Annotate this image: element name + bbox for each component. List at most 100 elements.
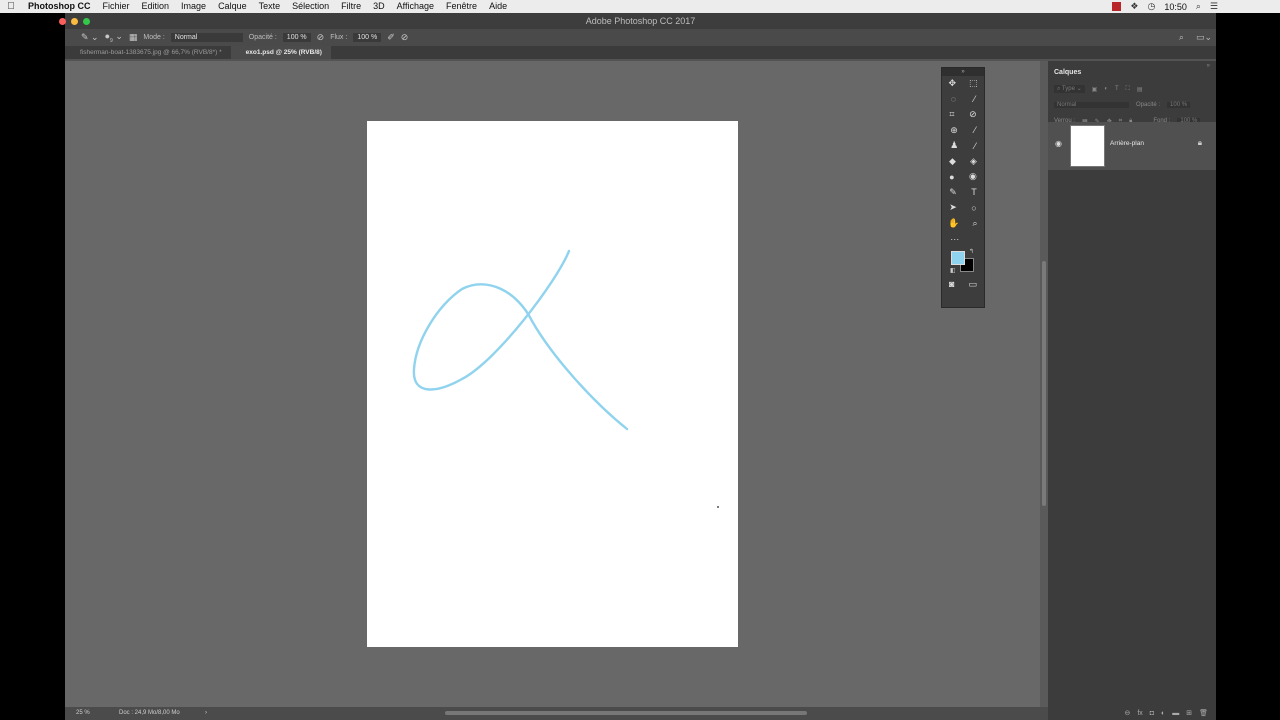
history-brush-icon[interactable]: ⁄	[974, 141, 976, 151]
pressure-size-icon[interactable]: ⊘	[401, 32, 409, 43]
dodge-icon[interactable]: ◉	[969, 171, 977, 182]
airbrush-icon[interactable]: ✐	[387, 32, 395, 43]
minimize-window-button[interactable]	[71, 17, 78, 25]
vertical-scrollbar[interactable]	[1040, 61, 1048, 707]
spotlight-icon[interactable]: ⌕	[1196, 1, 1201, 12]
stamp-icon[interactable]: ♟	[950, 140, 958, 151]
menu-3d[interactable]: 3D	[367, 0, 391, 13]
layer-style-icon[interactable]: fx	[1137, 710, 1142, 717]
delete-layer-icon[interactable]: 🗑︎	[1199, 709, 1208, 717]
menu-selection[interactable]: Sélection	[286, 0, 335, 13]
filter-shape-icon[interactable]: ⛶	[1126, 86, 1130, 93]
status-menu-arrow[interactable]: ›	[205, 707, 207, 720]
layer-name[interactable]: Arrière-plan	[1110, 140, 1144, 147]
new-group-icon[interactable]: ▬	[1172, 710, 1179, 717]
mode-label: Mode :	[143, 34, 165, 41]
zoom-level[interactable]: 25 %	[76, 707, 90, 720]
flux-input[interactable]: 100 %	[353, 33, 382, 42]
dropbox-icon[interactable]: ❖	[1130, 1, 1138, 12]
zoom-window-button[interactable]	[83, 17, 90, 25]
link-layers-icon[interactable]: ⊖	[1124, 709, 1130, 717]
menu-fenetre[interactable]: Fenêtre	[440, 0, 483, 13]
default-colors-icon[interactable]: ◧	[950, 267, 956, 274]
pen-icon[interactable]: ✎	[949, 187, 957, 198]
menu-edition[interactable]: Edition	[136, 0, 176, 13]
timemachine-icon[interactable]: ◷	[1147, 1, 1155, 12]
lock-icon[interactable]: 🔒︎	[1198, 138, 1202, 148]
screen-mode-icon[interactable]: ▭	[968, 279, 977, 290]
layers-panel-tab[interactable]: Calques	[1054, 69, 1081, 76]
layers-filter-select[interactable]: ⌕ Type ⌄	[1054, 85, 1085, 93]
hand-icon[interactable]: ✋	[948, 218, 959, 229]
pressure-opacity-icon[interactable]: ⊘	[317, 32, 325, 43]
apple-icon[interactable]: 	[0, 1, 22, 12]
close-window-button[interactable]	[59, 17, 66, 25]
add-mask-icon[interactable]: ◘	[1150, 710, 1154, 717]
layer-row-background[interactable]: ◉ Arrière-plan 🔒︎	[1048, 122, 1216, 170]
menu-affichage[interactable]: Affichage	[391, 0, 440, 13]
filter-type-icon[interactable]: T	[1115, 86, 1119, 92]
opacity-input[interactable]: 100 %	[282, 33, 311, 42]
menubar-clock[interactable]: 10:50	[1164, 2, 1187, 12]
menu-fichier[interactable]: Fichier	[97, 0, 136, 13]
vertical-scroll-thumb[interactable]	[1042, 261, 1046, 506]
layer-opacity-input[interactable]: 100 %	[1167, 102, 1191, 108]
ellipse-icon[interactable]: ○	[971, 203, 976, 213]
tools-panel-grip[interactable]: »	[942, 68, 984, 76]
tool-preset-icon[interactable]: ✎ ⌄	[81, 32, 99, 43]
menu-app-name[interactable]: Photoshop CC	[22, 0, 97, 13]
healing-icon[interactable]: ⊕	[950, 125, 958, 136]
workspace-icon[interactable]: ▭⌄	[1196, 32, 1212, 43]
search-icon[interactable]: ⌕	[1179, 32, 1184, 43]
type-icon[interactable]: T	[971, 187, 977, 197]
tools-row: ♟ ⁄	[942, 138, 984, 154]
layers-panel-footer: ⊖ fx ◘ ◐ ▬ ⊞ 🗑︎	[1048, 706, 1216, 720]
lasso-icon[interactable]: ◌	[951, 94, 956, 104]
eyedropper-icon[interactable]: ⊘	[969, 109, 977, 120]
status-bar: 25 % Doc : 24,9 Mo/8,00 Mo ›	[65, 707, 1048, 720]
collapse-panels-icon[interactable]: »	[1207, 63, 1210, 69]
tab-exo1[interactable]: exo1.psd @ 25% (RVB/8)	[230, 46, 331, 59]
new-layer-icon[interactable]: ⊞	[1186, 709, 1192, 717]
filter-adjust-icon[interactable]: ◐	[1104, 86, 1108, 92]
adjustment-layer-icon[interactable]: ◐	[1161, 710, 1165, 717]
mode-select[interactable]: Normal	[170, 33, 243, 42]
crop-icon[interactable]: ⌗	[949, 109, 954, 120]
eraser-icon[interactable]: ◆	[949, 156, 956, 167]
right-dock: » Calques ⌕ Type ⌄ ▣ ◐ T ⛶ ▤ Normal Opac…	[1048, 61, 1216, 720]
horizontal-scrollbar[interactable]	[445, 711, 807, 715]
filter-pixel-icon[interactable]: ▣	[1092, 86, 1098, 93]
edit-toolbar-icon[interactable]: ···	[950, 234, 959, 244]
brush-panel-toggle-icon[interactable]: ▦	[129, 32, 138, 43]
filter-smart-icon[interactable]: ▤	[1137, 86, 1143, 93]
document-canvas[interactable]	[367, 121, 738, 647]
window-controls	[59, 13, 90, 29]
blur-icon[interactable]: ●	[949, 172, 954, 182]
eye-icon[interactable]: ◉	[1055, 139, 1062, 148]
swap-colors-icon[interactable]: ↰	[969, 248, 974, 255]
document-tabs: fisherman-boat-1383675.jpg @ 66,7% (RVB/…	[65, 46, 1216, 59]
notification-center-icon[interactable]: ☰	[1210, 1, 1218, 12]
quick-mask-icon[interactable]: ◙	[949, 279, 954, 289]
brush-preset-picker[interactable]: ●9 ⌄	[105, 31, 123, 44]
canvas-area[interactable]	[65, 61, 1040, 707]
input-source-icon[interactable]	[1112, 2, 1122, 11]
zoom-icon[interactable]: ⌕	[973, 218, 978, 229]
paint-bucket-icon[interactable]: ◈	[970, 156, 977, 167]
menu-aide[interactable]: Aide	[483, 0, 513, 13]
tools-row: ✎ T	[942, 185, 984, 201]
menu-calque[interactable]: Calque	[212, 0, 253, 13]
tools-row: ● ◉	[942, 169, 984, 185]
brush-icon[interactable]: ⁄	[974, 125, 976, 135]
magic-wand-icon[interactable]: ⁄	[974, 94, 976, 104]
menu-filtre[interactable]: Filtre	[335, 0, 367, 13]
marquee-icon[interactable]: ⬚	[969, 78, 978, 89]
move-icon[interactable]: ✥	[948, 78, 956, 89]
tools-panel: » ✥ ⬚ ◌ ⁄ ⌗ ⊘ ⊕ ⁄ ♟ ⁄ ◆ ◈ ● ◉ ✎ T ➤ ○ ✋ ⌕ ··· ↰ ◧ ◙ ▭	[941, 67, 985, 308]
tab-fisherman-boat[interactable]: fisherman-boat-1383675.jpg @ 66,7% (RVB/…	[65, 46, 231, 59]
path-select-icon[interactable]: ➤	[949, 202, 957, 213]
menu-image[interactable]: Image	[175, 0, 212, 13]
menu-texte[interactable]: Texte	[253, 0, 287, 13]
blend-mode-select[interactable]: Normal	[1054, 102, 1129, 108]
foreground-color-swatch[interactable]	[951, 250, 965, 265]
